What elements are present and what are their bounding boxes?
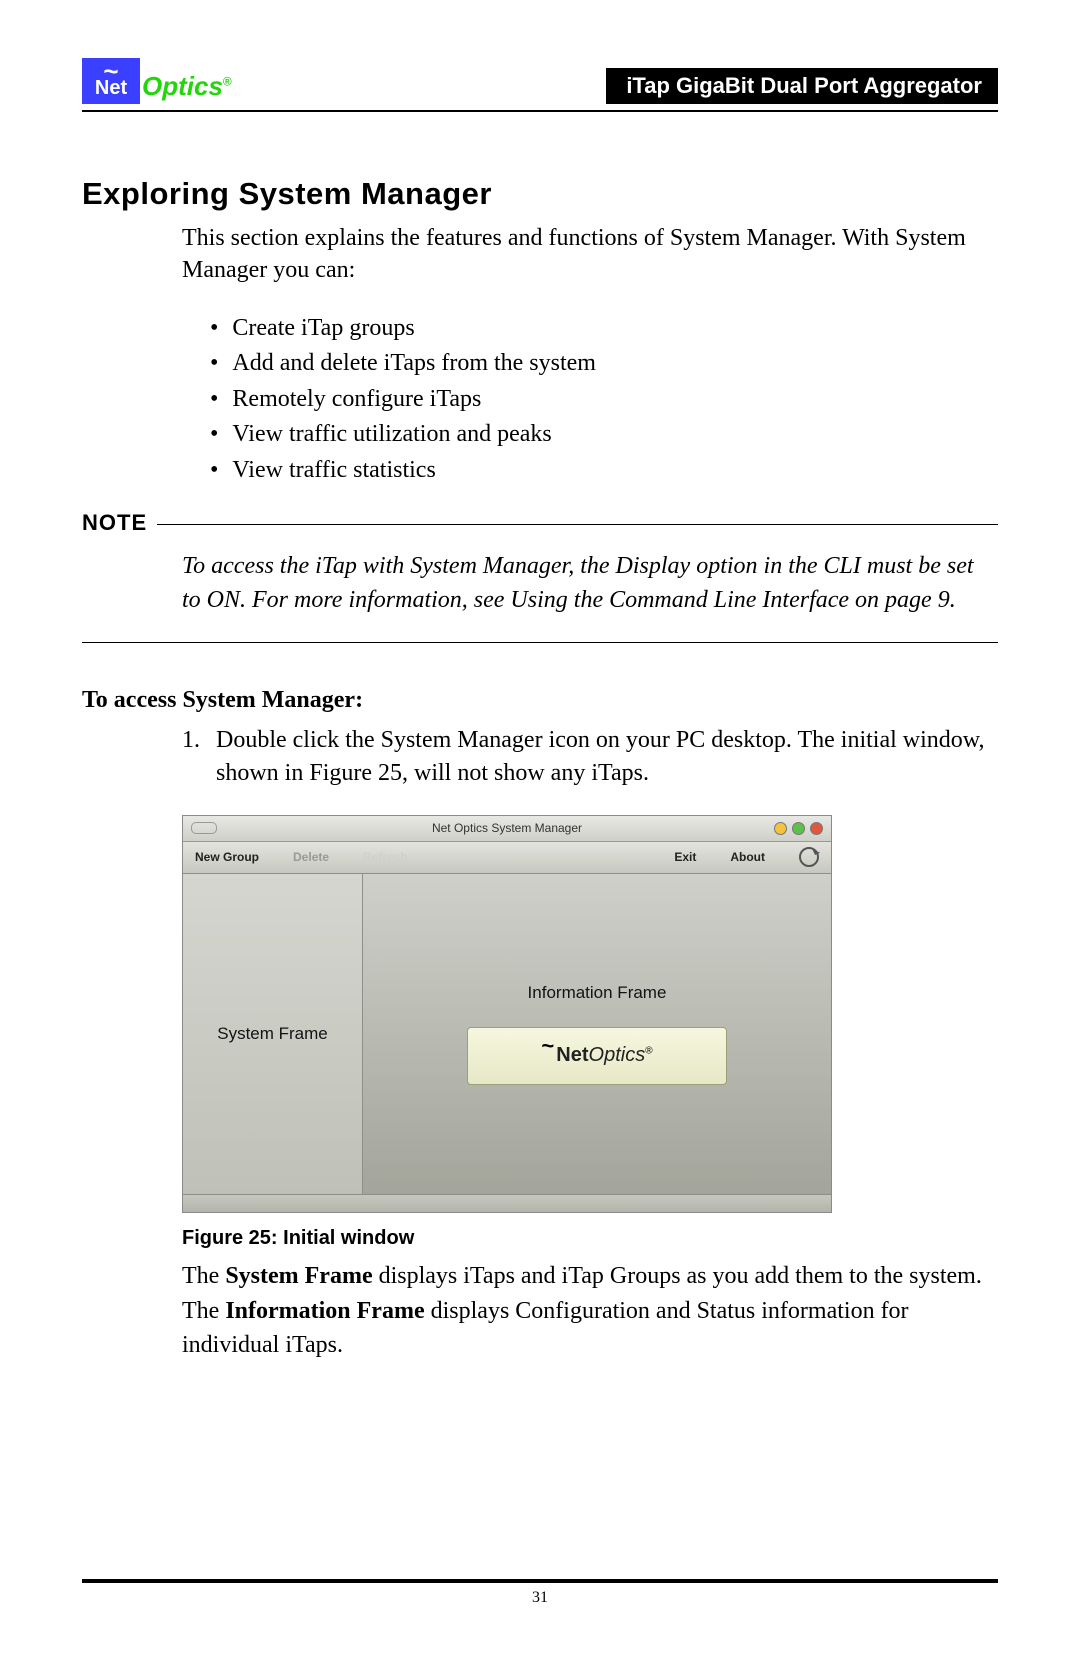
figure-label: Figure 25:: [182, 1227, 278, 1249]
note-label: NOTE: [82, 510, 147, 536]
list-item: Remotely configure iTaps: [210, 382, 998, 418]
brand-net-text: Net: [556, 1044, 588, 1067]
product-title-bar: iTap GigaBit Dual Port Aggregator: [606, 68, 998, 104]
page-number: 31: [0, 1589, 1080, 1607]
system-frame-label: System Frame: [217, 1024, 328, 1044]
brand-tilde-icon: ~: [541, 1043, 556, 1069]
system-frame-desc: The System Frame displays iTaps and iTap…: [182, 1260, 998, 1294]
information-frame-pane: Information Frame ~ Net Optics®: [363, 874, 831, 1194]
step-1: 1. Double click the System Manager icon …: [182, 724, 998, 791]
information-frame-label: Information Frame: [528, 983, 667, 1003]
section-heading: Exploring System Manager: [82, 176, 998, 212]
list-item: View traffic statistics: [210, 453, 998, 489]
figure-25: Net Optics System Manager New Group Dele…: [182, 815, 998, 1250]
info-frame-desc: The Information Frame displays Configura…: [182, 1295, 998, 1362]
status-bar: [183, 1194, 831, 1212]
exit-button[interactable]: Exit: [674, 850, 696, 864]
netoptics-logo: ~ Net Optics®: [82, 58, 232, 104]
note-bottom-rule: [82, 642, 998, 643]
logo-net-text: Net: [95, 78, 127, 98]
page-header: ~ Net Optics® iTap GigaBit Dual Port Agg…: [82, 58, 998, 104]
delete-button: Delete: [293, 850, 329, 864]
window-title: Net Optics System Manager: [183, 821, 831, 835]
content-area: System Frame Information Frame ~ Net Opt…: [183, 874, 831, 1194]
note-body: To access the iTap with System Manager, …: [182, 550, 998, 617]
step-text: Double click the System Manager icon on …: [216, 724, 998, 791]
footer-rule: [82, 1579, 998, 1583]
refresh-label: Refresh: [363, 850, 408, 864]
note-rule: [157, 524, 998, 525]
feature-list: Create iTap groups Add and delete iTaps …: [210, 311, 998, 489]
intro-paragraph: This section explains the features and f…: [182, 222, 998, 287]
access-subhead: To access System Manager:: [82, 687, 998, 714]
note-header: NOTE: [82, 510, 998, 536]
system-manager-window: Net Optics System Manager New Group Dele…: [182, 815, 832, 1213]
new-group-button[interactable]: New Group: [195, 850, 259, 864]
figure-caption: Figure 25: Initial window: [182, 1227, 998, 1250]
brand-optics-text: Optics®: [589, 1044, 653, 1067]
logo-box: ~ Net: [82, 58, 140, 104]
figure-title: Initial window: [283, 1227, 414, 1249]
list-item: View traffic utilization and peaks: [210, 417, 998, 453]
step-number: 1.: [182, 724, 208, 791]
window-titlebar: Net Optics System Manager: [183, 816, 831, 842]
header-divider: [82, 110, 998, 112]
logo-optics-text: Optics®: [142, 71, 232, 102]
brand-card: ~ Net Optics®: [467, 1027, 727, 1085]
toolbar: New Group Delete Refresh Exit About: [183, 842, 831, 874]
system-frame-pane: System Frame: [183, 874, 363, 1194]
refresh-icon[interactable]: [799, 847, 819, 867]
list-item: Add and delete iTaps from the system: [210, 346, 998, 382]
about-button[interactable]: About: [730, 850, 765, 864]
list-item: Create iTap groups: [210, 311, 998, 347]
